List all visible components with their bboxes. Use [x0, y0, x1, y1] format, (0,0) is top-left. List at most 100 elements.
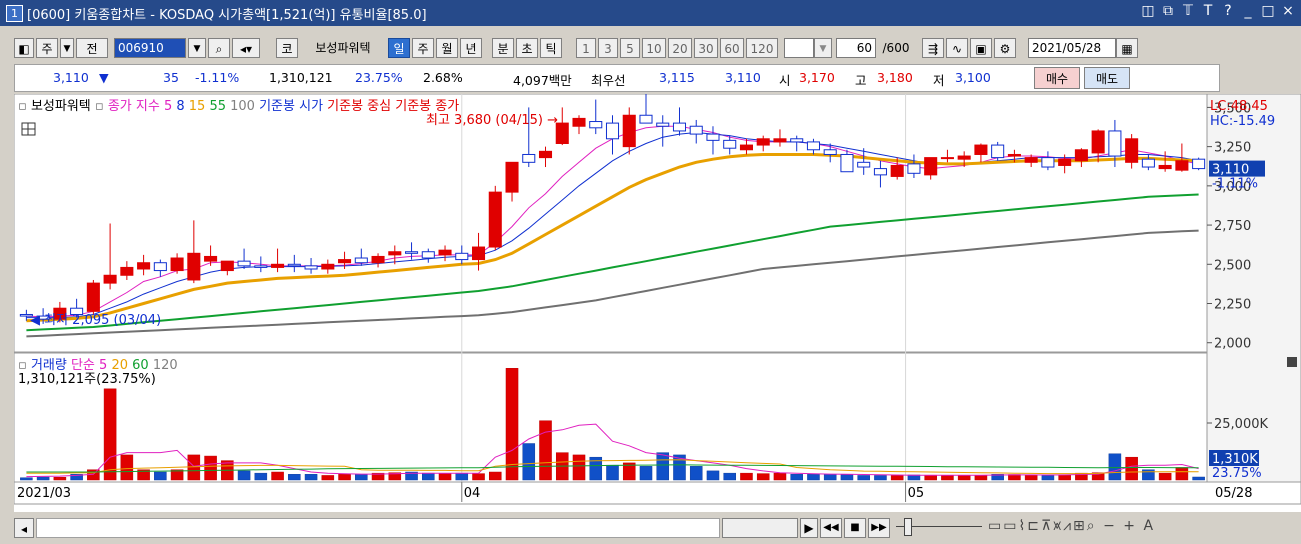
best-ask: 3,110 — [725, 70, 761, 85]
drawing-tool-icon[interactable]: ∿ — [946, 38, 968, 58]
candle — [706, 133, 720, 141]
interval-dropdown-icon[interactable]: ▼ — [814, 38, 832, 58]
period-year-button[interactable]: 년 — [460, 38, 482, 58]
volume-bar — [120, 454, 134, 481]
copy-window-icon[interactable]: ⧉ — [1161, 3, 1175, 19]
volume-bar — [472, 473, 485, 481]
volume-bar — [689, 466, 703, 481]
period-day-button[interactable]: 일 — [388, 38, 410, 58]
interval-60-button[interactable]: 60 — [720, 38, 744, 58]
chart-type-icon[interactable]: ◧ — [14, 38, 34, 58]
volume-bar — [355, 474, 368, 481]
candlestick-chart[interactable]: 3,5003,2503,0002,7502,5002,2502,000LC:48… — [14, 94, 1301, 512]
stop-icon[interactable]: ■ — [844, 518, 866, 538]
layout-icon[interactable]: ◫ — [1141, 3, 1155, 19]
candle — [488, 191, 502, 248]
font-icon[interactable]: T — [1201, 3, 1215, 19]
panel-close-icon — [1287, 357, 1297, 367]
volume-bar — [154, 471, 167, 481]
volume-bar — [756, 473, 770, 481]
period-week-button[interactable]: 주 — [412, 38, 434, 58]
candle — [957, 155, 971, 160]
volume-bar — [773, 472, 787, 481]
close-icon[interactable]: × — [1281, 3, 1295, 19]
buy-button[interactable]: 매수 — [1034, 67, 1080, 89]
market-select[interactable]: 주 — [36, 38, 58, 58]
help-icon[interactable]: ? — [1221, 3, 1235, 19]
down-arrow-icon: ▼ — [99, 70, 109, 85]
volume-bar — [1142, 469, 1155, 481]
zoom-slider-handle[interactable] — [904, 518, 912, 536]
drawing-tools-icons[interactable]: ▭▭⌇⊏⊼⩙⩘⊞⌕ − + A — [988, 518, 1155, 534]
period-second-button[interactable]: 초 — [516, 38, 538, 58]
volume-legend[interactable]: ▫ 거래량 단순 5 20 60 120 — [18, 358, 178, 373]
settings-gear-icon[interactable]: ⚙ — [994, 38, 1016, 58]
period-tick-button[interactable]: 틱 — [540, 38, 562, 58]
volume-bar — [790, 474, 803, 481]
sell-button[interactable]: 매도 — [1084, 67, 1130, 89]
maximize-icon[interactable]: □ — [1261, 3, 1275, 19]
speaker-icon[interactable]: ◂▾ — [232, 38, 260, 58]
volume-bar — [488, 471, 502, 481]
date-input[interactable]: 2021/05/28 — [1028, 38, 1116, 58]
scroll-left-icon[interactable]: ◂ — [14, 518, 34, 538]
volume-bar — [1024, 474, 1038, 481]
volume-bar — [1125, 456, 1138, 481]
rewind-icon[interactable]: ◀◀ — [820, 518, 842, 538]
period-month-button[interactable]: 월 — [436, 38, 458, 58]
candle — [806, 141, 820, 151]
save-icon[interactable]: ▣ — [970, 38, 992, 58]
volume-bar — [1192, 476, 1205, 481]
market-ko-button[interactable]: 코 — [276, 38, 298, 58]
candle — [773, 138, 787, 143]
scroll-thumb[interactable] — [722, 518, 798, 538]
interval-1-button[interactable]: 1 — [576, 38, 596, 58]
interval-30-button[interactable]: 30 — [694, 38, 718, 58]
volume-bar — [103, 388, 117, 481]
interval-120-button[interactable]: 120 — [746, 38, 778, 58]
market-dropdown-icon[interactable]: ▼ — [60, 38, 74, 58]
x-axis-label: 04 — [464, 486, 481, 501]
prev-select[interactable]: 전 — [76, 38, 108, 58]
volume-tick-label: 25,000K — [1214, 417, 1268, 432]
stock-code-input[interactable]: 006910 — [114, 38, 186, 58]
interval-5-button[interactable]: 5 — [620, 38, 640, 58]
chart-area[interactable]: 3,500 3,250 3,000 2,750 2,500 2,250 2,000 LC:48… — [14, 94, 1301, 512]
count-input[interactable]: 60 — [836, 38, 876, 58]
code-dropdown-icon[interactable]: ▼ — [188, 38, 206, 58]
candle — [823, 149, 837, 155]
fast-forward-icon[interactable]: ▶▶ — [868, 518, 890, 538]
candle — [254, 265, 268, 268]
candle — [1108, 130, 1122, 157]
period-minute-button[interactable]: 분 — [492, 38, 514, 58]
candle — [371, 255, 385, 264]
pin-icon[interactable]: 𝕋 — [1181, 3, 1195, 19]
search-icon[interactable]: ⌕ — [208, 38, 230, 58]
open-label: 시 — [779, 73, 791, 88]
indicator-icon[interactable]: ⇶ — [922, 38, 944, 58]
x-axis-bar — [14, 481, 1301, 505]
high-price: 3,180 — [877, 70, 913, 85]
calendar-icon[interactable]: ▦ — [1116, 38, 1138, 58]
price-legend[interactable]: ▫ 보성파워텍 ▫ 종가 지수 5 8 15 55 100 기준봉 시가 기준봉… — [18, 99, 459, 114]
scroll-track[interactable] — [36, 518, 720, 538]
interval-20-button[interactable]: 20 — [668, 38, 692, 58]
volume-bar — [539, 420, 552, 481]
candle — [220, 260, 234, 272]
interval-3-button[interactable]: 3 — [598, 38, 618, 58]
volume-bar — [656, 452, 670, 481]
candle — [1175, 160, 1189, 171]
interval-10-button[interactable]: 10 — [642, 38, 666, 58]
y-tick-label: 2,750 — [1214, 219, 1251, 234]
minimize-icon[interactable]: _ — [1241, 3, 1255, 19]
volume-bar — [1158, 472, 1172, 481]
play-icon[interactable]: ▶ — [800, 518, 818, 538]
volume-bar — [639, 466, 653, 481]
interval-input[interactable] — [784, 38, 814, 58]
low-label: 저 — [933, 73, 945, 88]
open-price: 3,170 — [799, 70, 835, 85]
trade-amount: 4,097백만 — [513, 73, 572, 88]
candle — [1158, 164, 1172, 170]
candle — [890, 164, 904, 177]
current-price-label: 3,110 — [1212, 163, 1249, 178]
